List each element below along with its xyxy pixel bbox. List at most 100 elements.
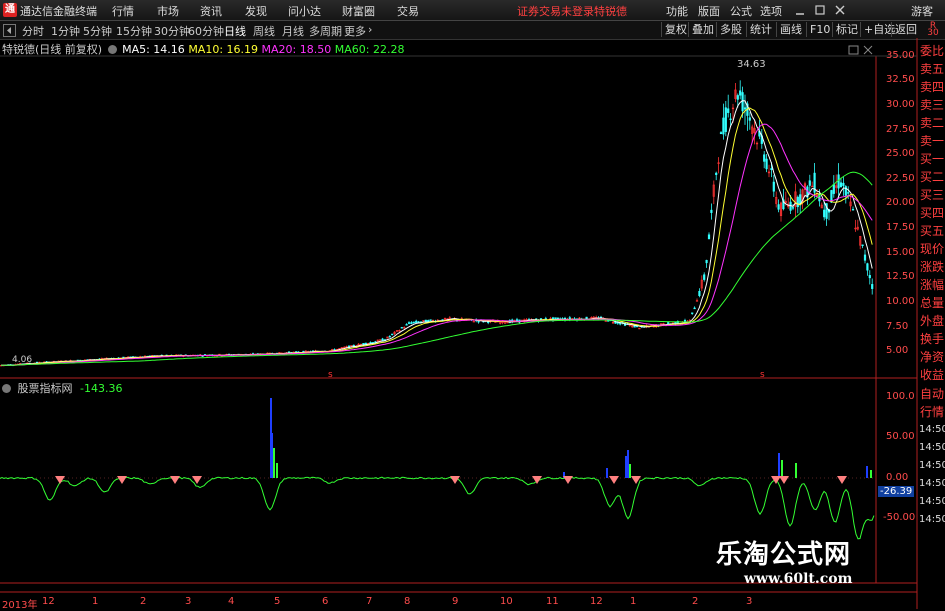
menu-item-discover[interactable]: 发现: [245, 3, 267, 19]
kline-chart[interactable]: 34.63 4.06 s s: [0, 38, 945, 609]
indicator-spike-bar: [606, 468, 608, 478]
login-notice[interactable]: 证券交易未登录: [517, 3, 594, 19]
mark-button[interactable]: 标记: [832, 22, 861, 37]
low-price-label: 4.06: [12, 355, 32, 365]
candle-body: [791, 207, 795, 209]
side-label: 收益: [919, 368, 944, 382]
y-tick-17-5: 17.50: [886, 222, 915, 233]
y-tick-10: 10.00: [886, 296, 915, 307]
x-tick: 1: [92, 596, 99, 607]
side-label: 买五: [919, 224, 944, 238]
stats-button[interactable]: 统计: [746, 22, 775, 37]
menu-item-options[interactable]: 选项: [760, 3, 782, 19]
side-label: 总量: [919, 296, 944, 310]
candle-body: [868, 275, 871, 279]
user-guest[interactable]: 游客: [911, 3, 933, 19]
period-tab-daily[interactable]: 日线: [224, 23, 246, 39]
minimize-icon[interactable]: [794, 4, 806, 16]
period-tab-multi[interactable]: 多周期: [309, 23, 342, 39]
menu-item-formula[interactable]: 公式: [730, 3, 752, 19]
candle-body: [739, 90, 742, 96]
tick-time: 14:50: [919, 442, 945, 453]
side-label: 净资: [919, 350, 944, 364]
back-button[interactable]: 返回: [891, 22, 920, 37]
signal-marker: [771, 476, 781, 484]
menu-item-function[interactable]: 功能: [666, 3, 688, 19]
menu-item-layout[interactable]: 版面: [698, 3, 720, 19]
candle-body: [741, 92, 744, 112]
indicator-line: [0, 476, 875, 540]
menu-item-news[interactable]: 资讯: [200, 3, 222, 19]
candle-body: [369, 342, 372, 344]
price-candles: [0, 80, 874, 367]
y-tick-22-5: 22.50: [886, 173, 915, 184]
candle-body: [693, 307, 696, 310]
menu-item-market[interactable]: 市场: [157, 3, 179, 19]
candle-body: [667, 322, 670, 325]
period-tab-weekly[interactable]: 周线: [253, 23, 275, 39]
indicator-spike-bar: [273, 448, 275, 478]
period-tab-more[interactable]: 更多: [344, 23, 366, 39]
menu-item-quotes[interactable]: 行情: [112, 3, 134, 19]
side-label: 委比: [919, 44, 944, 58]
sub-y-tick-minus50: -50.00: [883, 512, 916, 523]
candle-body: [429, 319, 432, 321]
period-tab-monthly[interactable]: 月线: [282, 23, 304, 39]
side-label: 卖五: [919, 62, 944, 76]
candle-body: [362, 343, 365, 345]
candle-body: [770, 168, 773, 170]
period-tab-intraday[interactable]: 分时: [22, 23, 44, 39]
y-tick-5: 5.00: [886, 345, 909, 356]
adjust-button[interactable]: 复权: [661, 22, 690, 37]
period-tab-60min[interactable]: 60分钟: [188, 23, 224, 39]
x-tick: 9: [452, 596, 459, 607]
signal-marker: [563, 476, 573, 484]
toggle-panel-icon[interactable]: [3, 24, 16, 37]
candle-body: [407, 322, 411, 324]
candle-body: [823, 209, 826, 218]
event-marker-1: s: [328, 370, 333, 380]
close-icon[interactable]: [834, 4, 846, 16]
period-tab-30min[interactable]: 30分钟: [154, 23, 190, 39]
candle-body: [719, 132, 723, 135]
candle-body: [722, 117, 725, 135]
candle-body: [837, 174, 840, 189]
candle-body: [703, 274, 706, 280]
tick-time: 14:50: [919, 478, 945, 489]
x-tick: 3: [746, 596, 753, 607]
candle-body: [410, 322, 413, 324]
indicator-spike-bar: [778, 453, 780, 478]
period-tab-5min[interactable]: 5分钟: [83, 23, 112, 39]
menu-item-wealth[interactable]: 财富圈: [342, 3, 375, 19]
candle-body: [604, 320, 607, 322]
candle-body: [477, 320, 480, 323]
candle-body: [412, 321, 415, 324]
multi-stock-button[interactable]: 多股: [716, 22, 745, 37]
more-chevron-icon[interactable]: ›: [368, 23, 372, 36]
sub-y-tick-50: 50.00: [886, 431, 915, 442]
indicator-spike-bar: [627, 450, 629, 478]
candle-body: [400, 327, 403, 329]
quote-label[interactable]: 行情: [919, 403, 945, 421]
f10-button[interactable]: F10: [806, 22, 833, 37]
period-tab-15min[interactable]: 15分钟: [116, 23, 152, 39]
watermark-title: 乐淘公式网: [716, 540, 852, 570]
auto-quote-button[interactable]: 自动: [919, 385, 945, 403]
maximize-icon[interactable]: [814, 4, 826, 16]
signal-marker: [609, 476, 619, 484]
overlay-button[interactable]: 叠加: [688, 22, 717, 37]
side-label: 买四: [919, 206, 944, 220]
candle-body: [691, 312, 694, 314]
period-tab-1min[interactable]: 1分钟: [51, 23, 80, 39]
ma60-line: [1, 171, 873, 366]
indicator-spike-bar: [271, 433, 273, 478]
draw-button[interactable]: 画线: [776, 22, 805, 37]
menu-item-ask[interactable]: 问小达: [288, 3, 321, 19]
indicator-spike-bar: [870, 470, 872, 478]
ma20-line: [1, 123, 873, 366]
menu-item-trade[interactable]: 交易: [397, 3, 419, 19]
x-tick: 2: [692, 596, 699, 607]
side-label: 涨幅: [919, 278, 944, 292]
y-tick-30: 30.00: [886, 99, 915, 110]
app-title: 通达信金融终端: [20, 5, 97, 18]
